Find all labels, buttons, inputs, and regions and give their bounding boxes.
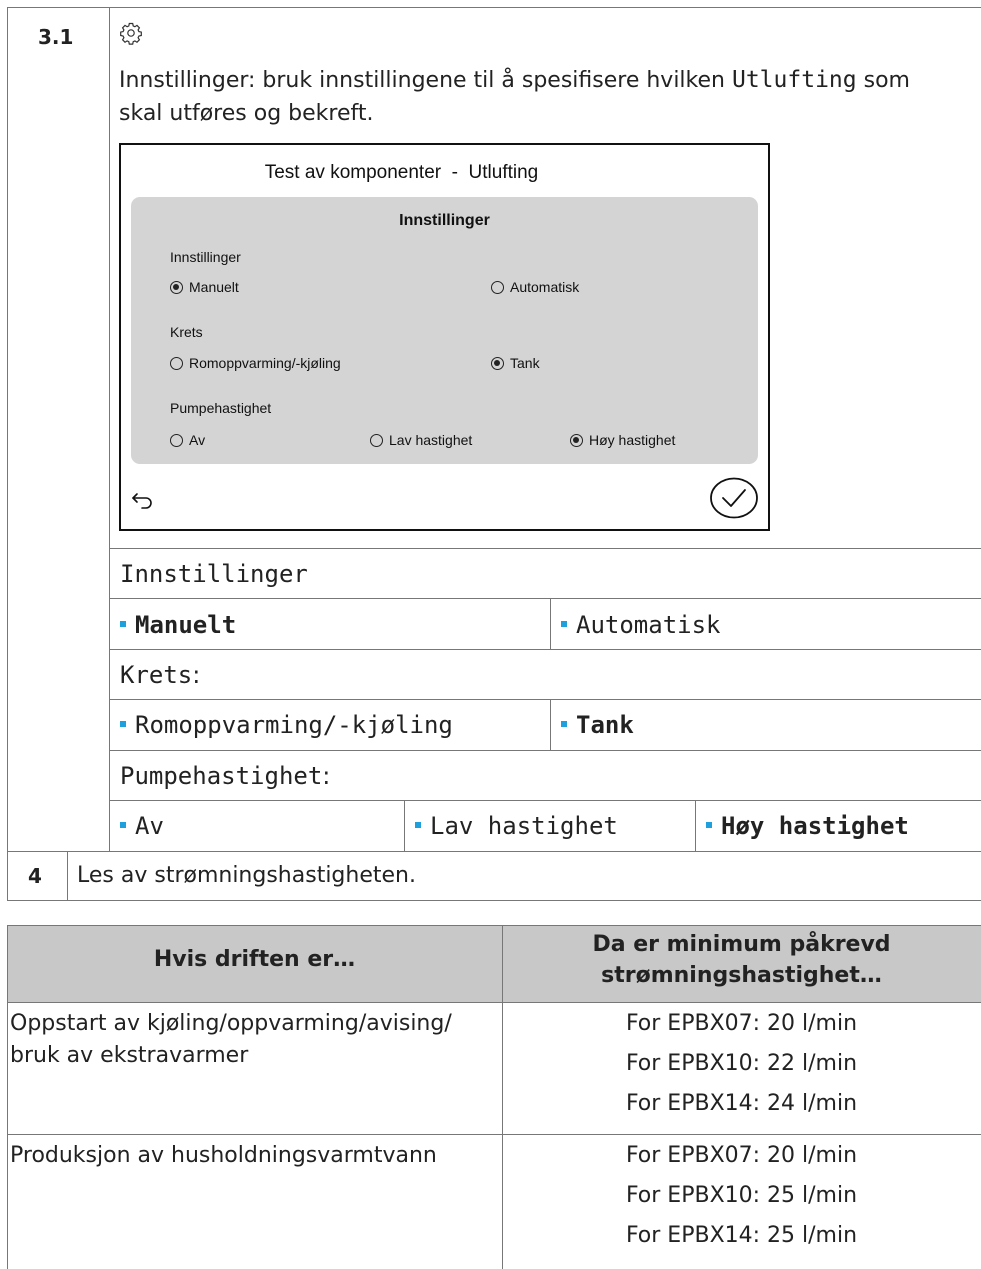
radio-tank[interactable]: Tank <box>491 355 540 371</box>
step-4-top-border <box>7 851 981 852</box>
option-tank: Tank <box>561 710 634 740</box>
back-arrow-icon[interactable] <box>131 490 155 510</box>
intro-text-part2: som <box>856 68 910 93</box>
radio-selected-icon <box>570 433 583 447</box>
radio-selected-icon <box>491 356 504 370</box>
flow-table-line <box>7 1002 981 1003</box>
flow-table-line <box>7 925 981 926</box>
radio-empty-icon <box>370 433 383 447</box>
flow-row2-value: For EPBX14: 25 l/min <box>625 1223 858 1248</box>
flow-header-col1: Hvis driften er… <box>153 947 356 972</box>
radio-lav-hastighet[interactable]: Lav hastighet <box>370 432 472 448</box>
radio-selected-icon <box>170 280 183 294</box>
intro-text-part1: Innstillinger: bruk innstillingene til å… <box>119 68 732 93</box>
options-table-line <box>109 699 981 700</box>
step-4-text: Les av strømningshastigheten. <box>77 863 416 888</box>
step-table-left-border <box>7 7 8 851</box>
flow-row1-value: For EPBX14: 24 l/min <box>625 1091 858 1116</box>
step-3-1-intro: Innstillinger: bruk innstillingene til å… <box>119 64 979 130</box>
option-lav-hastighet: Lav hastighet <box>415 811 618 841</box>
options-table-line <box>109 800 981 801</box>
bullet-icon <box>120 621 126 627</box>
group-label-innstillinger: Innstillinger <box>170 249 241 265</box>
intro-code-utlufting: Utlufting <box>731 67 857 93</box>
options-col-divider <box>550 699 551 750</box>
option-manuelt: Manuelt <box>120 610 236 640</box>
options-row-krets-label: Krets: <box>120 661 201 689</box>
radio-empty-icon <box>170 356 183 370</box>
intro-text-line2: skal utføres og bekreft. <box>119 101 374 126</box>
radio-av[interactable]: Av <box>170 432 205 448</box>
step-table-top-border <box>7 7 981 8</box>
bullet-icon <box>120 822 126 828</box>
flow-row1-value: For EPBX07: 20 l/min <box>625 1011 858 1036</box>
flow-table-left-border <box>7 925 8 1269</box>
bullet-icon <box>415 822 421 828</box>
flow-table-line <box>7 1134 981 1135</box>
option-av: Av <box>120 811 164 841</box>
option-automatisk: Automatisk <box>561 610 721 640</box>
radio-automatisk[interactable]: Automatisk <box>491 279 579 295</box>
options-table-line <box>109 649 981 650</box>
options-table-line <box>109 750 981 751</box>
group-label-pumpehastighet: Pumpehastighet <box>170 400 272 416</box>
radio-empty-icon <box>170 433 183 447</box>
options-col-divider <box>695 800 696 851</box>
checkmark-circle-icon[interactable] <box>709 477 759 519</box>
option-hoy-hastighet: Høy hastighet <box>706 811 909 841</box>
step-4-bottom-border <box>7 900 981 901</box>
radio-manuelt[interactable]: Manuelt <box>170 279 239 295</box>
step-number-divider <box>109 7 110 851</box>
options-table-line <box>109 598 981 599</box>
dialog-title: Test av komponenter - Utlufting <box>264 162 539 183</box>
radio-romoppvarming[interactable]: Romoppvarming/-kjøling <box>170 355 341 371</box>
radio-empty-icon <box>491 280 504 294</box>
option-romoppvarming: Romoppvarming/-kjøling <box>120 710 453 740</box>
bullet-icon <box>561 621 567 627</box>
flow-header-col2: Da er minimum påkrevd strømningshastighe… <box>592 932 891 988</box>
bullet-icon <box>706 822 712 828</box>
gear-icon <box>119 21 143 45</box>
flow-row2-value: For EPBX07: 20 l/min <box>625 1143 858 1168</box>
group-label-krets: Krets <box>170 324 203 340</box>
settings-panel-title: Innstillinger <box>399 212 490 229</box>
bullet-icon <box>120 721 126 727</box>
radio-hoy-hastighet[interactable]: Høy hastighet <box>570 432 675 448</box>
options-row-pumpehastighet-label: Pumpehastighet: <box>120 762 331 790</box>
step-number-4: 4 <box>28 864 42 888</box>
step-number-3-1: 3.1 <box>38 25 74 49</box>
step-4-left-border <box>7 851 8 901</box>
options-row-innstillinger-label: Innstillinger <box>120 560 308 588</box>
flow-row1-operation: Oppstart av kjøling/oppvarming/avising/ … <box>10 1011 452 1068</box>
step-4-number-divider <box>67 851 68 901</box>
flow-row2-value: For EPBX10: 25 l/min <box>625 1183 858 1208</box>
options-col-divider <box>404 800 405 851</box>
flow-row1-value: For EPBX10: 22 l/min <box>625 1051 858 1076</box>
bullet-icon <box>561 721 567 727</box>
options-col-divider <box>550 598 551 649</box>
flow-row2-operation: Produksjon av husholdningsvarmtvann <box>10 1143 437 1168</box>
settings-panel <box>131 197 758 464</box>
options-table-line <box>109 548 981 549</box>
